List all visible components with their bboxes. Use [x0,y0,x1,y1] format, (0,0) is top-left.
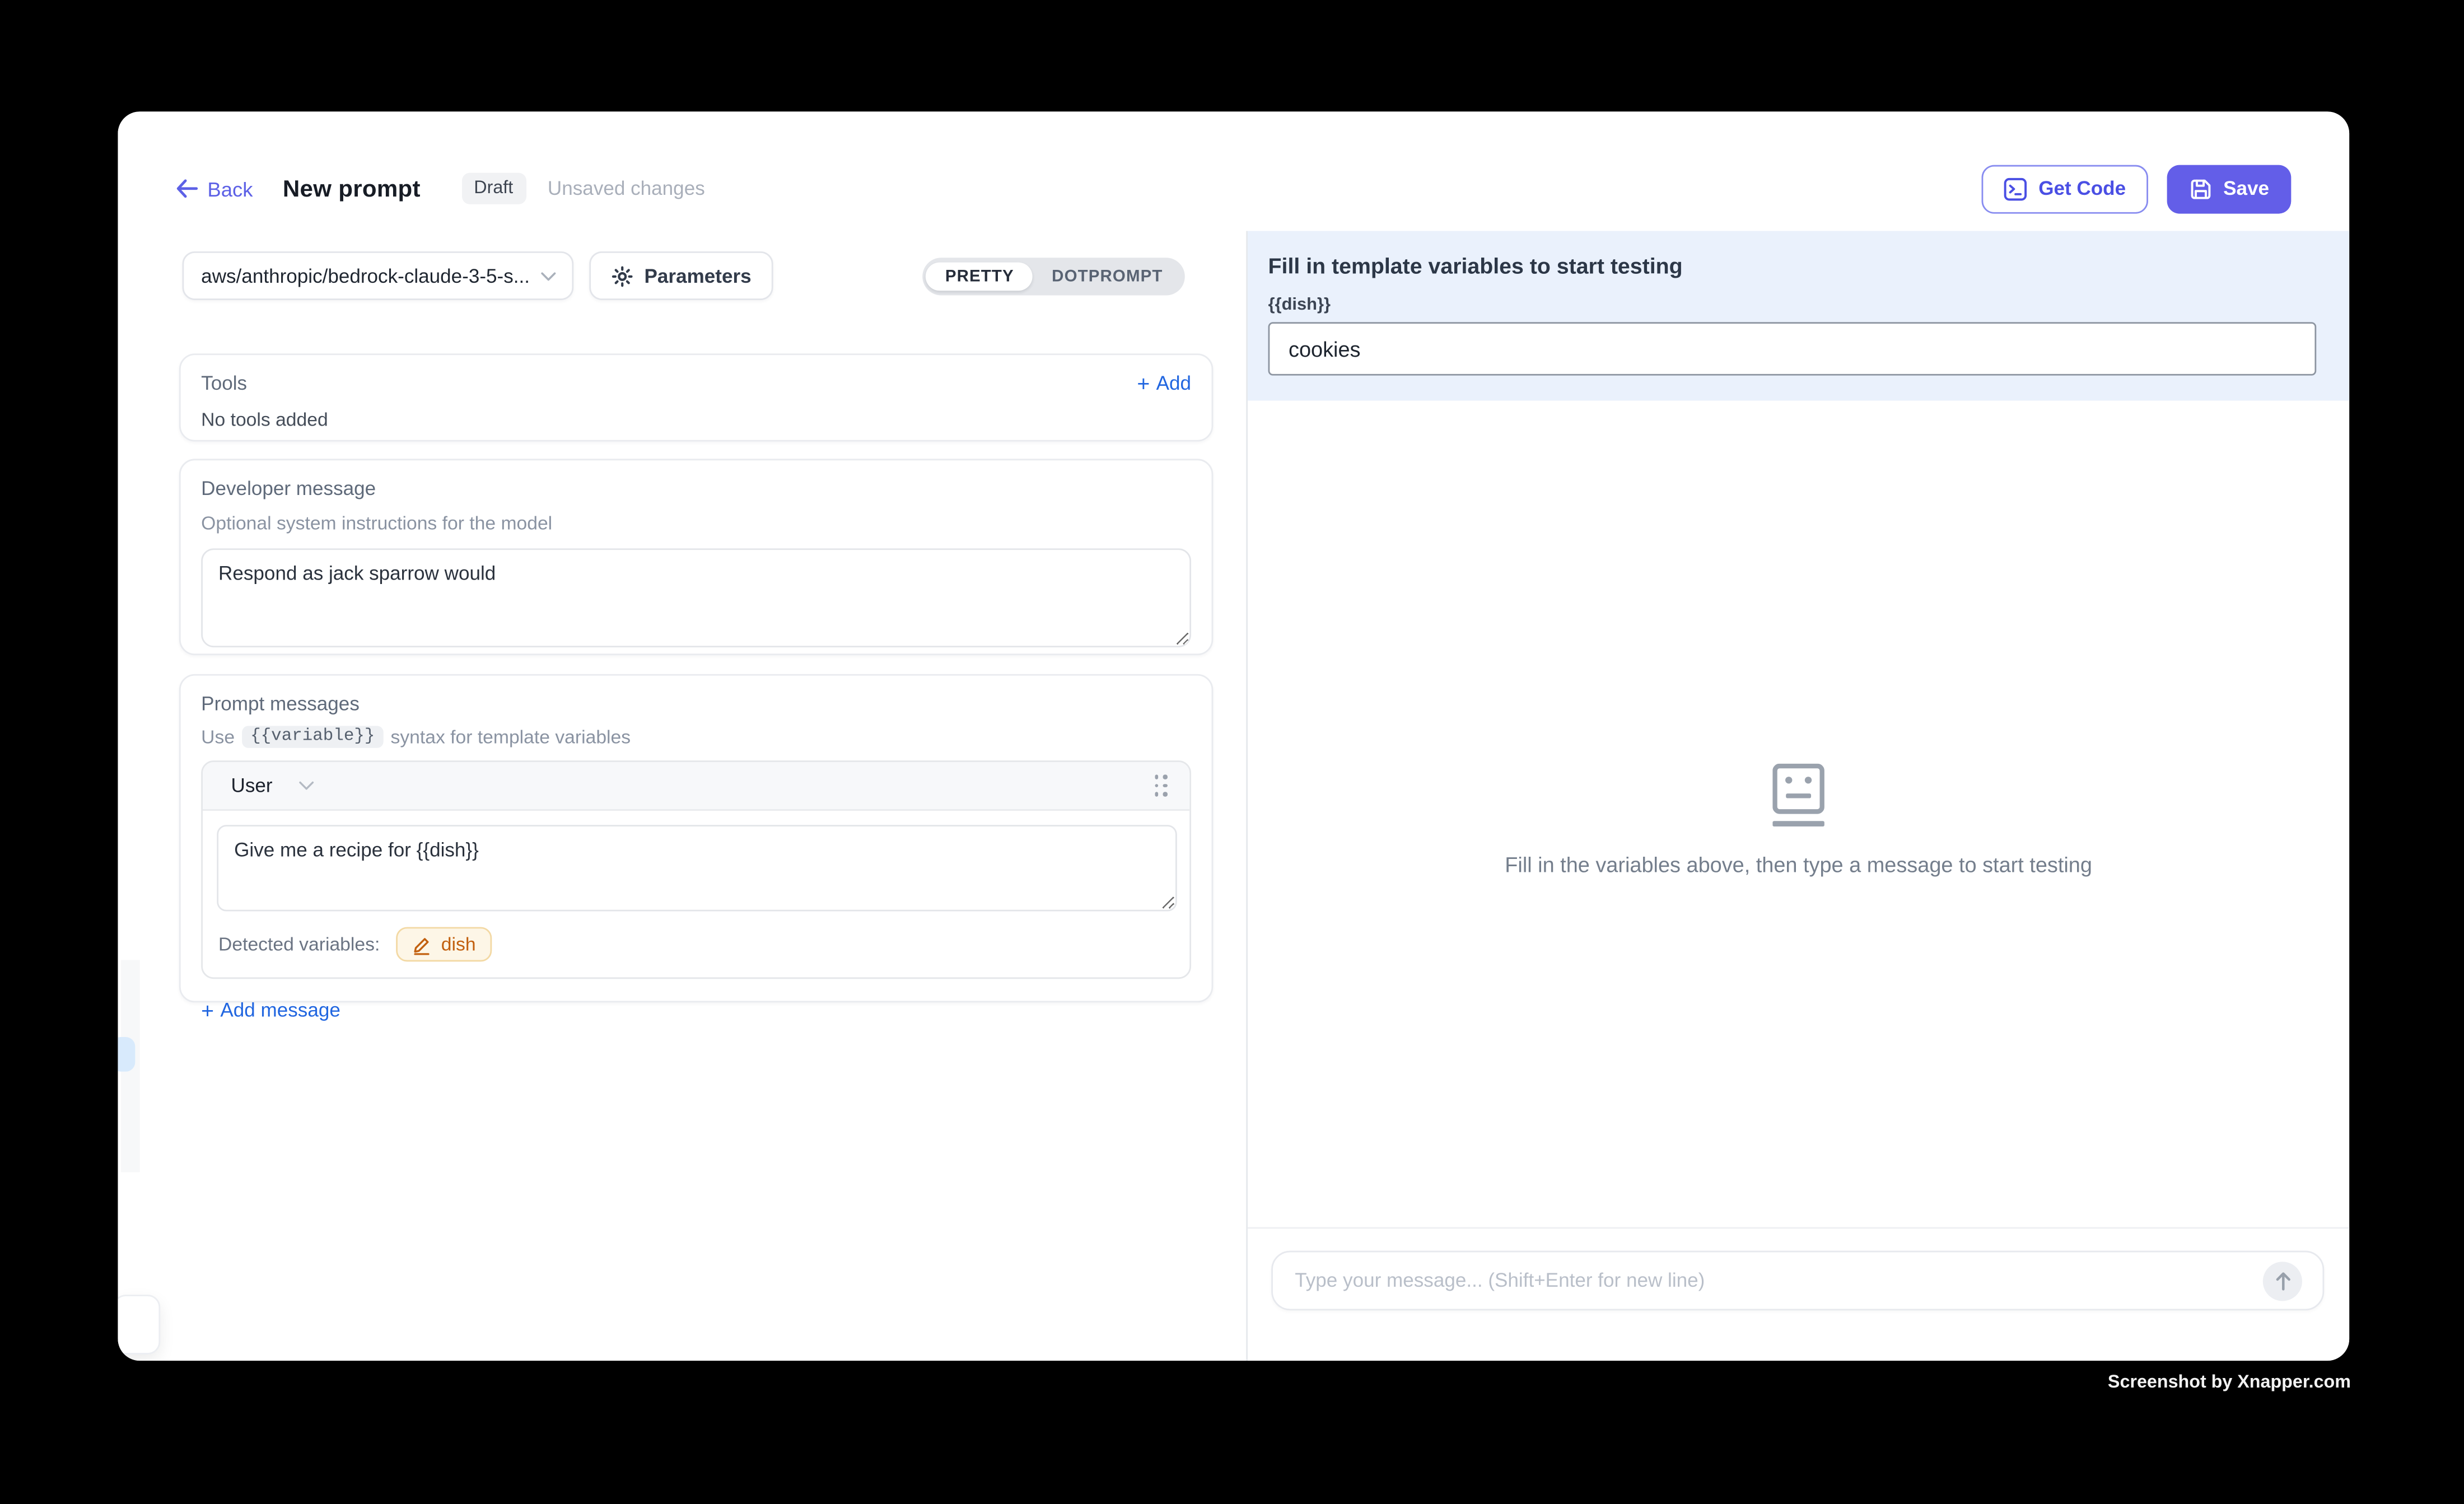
gear-icon [612,265,633,287]
content: aws/anthropic/bedrock-claude-3-5-s... Pa… [118,231,2349,1361]
clipped-highlight-item [118,1037,135,1072]
variable-value-input[interactable] [1268,322,2317,375]
get-code-label: Get Code [2038,178,2126,199]
variable-code-pill: {{variable}} [242,726,382,748]
chevron-down-icon [299,781,315,791]
watermark-text: Screenshot by Xnapper.com [2108,1374,2351,1393]
developer-message-title: Developer message [201,478,1191,499]
variables-panel-title: Fill in template variables to start test… [1268,253,2317,278]
arrow-up-icon [2273,1271,2292,1291]
prompt-editor-pane: aws/anthropic/bedrock-claude-3-5-s... Pa… [118,231,1246,1361]
model-row: aws/anthropic/bedrock-claude-3-5-s... Pa… [183,251,1214,300]
robot-face-icon [1772,764,1824,826]
back-label: Back [207,177,253,200]
save-label: Save [2223,178,2269,199]
save-button[interactable]: Save [2167,164,2291,213]
clipped-popup-card [118,1295,160,1354]
parameters-button[interactable]: Parameters [589,251,773,300]
chat-input-container [1271,1251,2324,1311]
developer-message-subtitle: Optional system instructions for the mod… [201,512,1191,534]
empty-state-text: Fill in the variables above, then type a… [1505,853,2092,877]
drag-handle[interactable] [1154,774,1168,796]
detected-variables-label: Detected variables: [218,933,380,955]
header-left: Back New prompt Draft Unsaved changes [176,173,704,204]
prompt-messages-title: Prompt messages [201,693,1191,714]
variable-chip-label: dish [441,933,476,955]
prompt-messages-card: Prompt messages Use {{variable}} syntax … [179,674,1213,1002]
add-message-button[interactable]: + Add message [201,999,1191,1021]
template-syntax-hint: Use {{variable}} syntax for template var… [201,726,1191,748]
tools-title: Tools [201,372,247,394]
chevron-down-icon [540,271,556,281]
variable-name-label: {{dish}} [1268,296,2317,315]
variable-chip-dish[interactable]: dish [395,927,491,962]
send-button[interactable] [2263,1261,2302,1300]
back-arrow-icon [176,179,198,198]
model-selector-value: aws/anthropic/bedrock-claude-3-5-s... [201,265,540,287]
add-message-label: Add message [220,999,340,1021]
developer-message-textarea[interactable]: Respond as jack sparrow would [201,548,1191,647]
get-code-button[interactable]: Get Code [1982,164,2148,213]
plus-icon: + [201,999,214,1021]
page-title: New prompt [283,175,421,202]
model-selector[interactable]: aws/anthropic/bedrock-claude-3-5-s... [183,251,574,300]
code-terminal-icon [2004,177,2027,200]
chat-message-input[interactable] [1273,1269,2263,1291]
hint-suffix: syntax for template variables [390,726,631,748]
hint-prefix: Use [201,726,235,748]
view-mode-toggle: PRETTY DOTPROMPT [923,257,1185,295]
role-selector[interactable]: User [231,774,315,796]
message-block: User Give me a recipe for {{dish}} Detec… [201,760,1191,979]
detected-variables-row: Detected variables: dish [218,927,1177,962]
role-value: User [231,774,272,796]
header-actions: Get Code Save [1982,164,2291,213]
tools-card: Tools + Add No tools added [179,353,1213,441]
empty-state: Fill in the variables above, then type a… [1248,764,2349,877]
developer-message-card: Developer message Optional system instru… [179,459,1213,655]
screen: Back New prompt Draft Unsaved changes Ge… [0,0,2464,1503]
app-window: Back New prompt Draft Unsaved changes Ge… [118,111,2349,1361]
toggle-pretty[interactable]: PRETTY [926,261,1033,290]
unsaved-changes-text: Unsaved changes [548,178,705,199]
user-message-textarea[interactable]: Give me a recipe for {{dish}} [217,825,1177,911]
add-tool-label: Add [1156,372,1191,394]
test-pane: Fill in template variables to start test… [1246,231,2349,1361]
header: Back New prompt Draft Unsaved changes Ge… [118,111,2349,231]
edit-pencil-icon [411,934,431,954]
parameters-label: Parameters [645,265,752,287]
template-variables-panel: Fill in template variables to start test… [1248,231,2349,400]
add-tool-button[interactable]: + Add [1137,372,1191,394]
tools-empty-text: No tools added [201,409,1191,431]
plus-icon: + [1137,372,1150,394]
message-body: Give me a recipe for {{dish}} Detected v… [203,811,1189,977]
chat-input-bar [1248,1227,2349,1361]
message-header: User [203,762,1189,811]
save-icon [2188,177,2212,200]
status-badge: Draft [461,173,526,204]
back-button[interactable]: Back [176,177,253,200]
toggle-dotprompt[interactable]: DOTPROMPT [1033,261,1182,290]
